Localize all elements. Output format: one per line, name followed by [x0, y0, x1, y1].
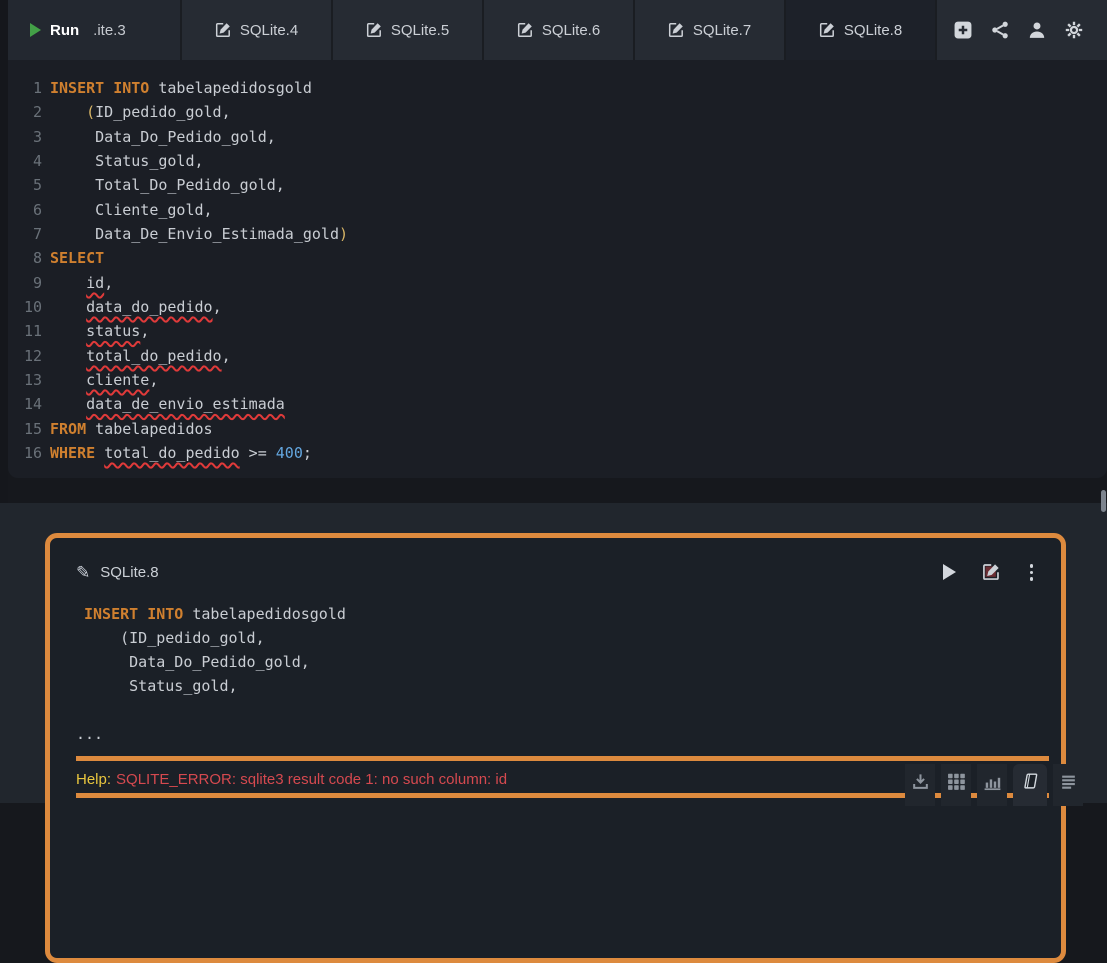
line-number: 12: [23, 346, 42, 365]
edit-icon[interactable]: [982, 563, 1000, 581]
left-edge-strip: [0, 0, 8, 503]
result-card-header: ✎ SQLite.8: [50, 538, 1061, 583]
result-card-actions: [942, 562, 1038, 583]
tab-sqlite-6[interactable]: SQLite.6: [482, 0, 633, 60]
tab-sqlite-5[interactable]: SQLite.5: [331, 0, 482, 60]
result-card: ✎ SQLite.8 INSERT INTO tabelapedidosgold…: [45, 533, 1066, 963]
pencil-square-icon: [819, 22, 835, 38]
code-line: 12 total_do_pedido,: [8, 344, 1107, 368]
line-number: 8: [32, 249, 42, 268]
code-ellipsis: ...: [76, 724, 104, 743]
line-number: 9: [32, 273, 42, 292]
tab-label: SQLite.4: [239, 21, 299, 39]
line-number: 6: [32, 200, 42, 219]
line-number: 7: [32, 225, 42, 244]
code-line: 3 Data_Do_Pedido_gold,: [8, 125, 1107, 149]
pencil-icon: ✎: [76, 562, 91, 582]
code-line: 6 Cliente_gold,: [8, 198, 1107, 222]
list-icon[interactable]: [1053, 764, 1083, 806]
run-button[interactable]: Run: [50, 22, 79, 39]
code-line: 11 status,: [8, 319, 1107, 343]
line-number: 2: [32, 103, 42, 122]
code-line: 9 id,: [8, 271, 1107, 295]
line-number: 10: [23, 298, 42, 317]
scrollbar-thumb[interactable]: [1101, 490, 1106, 512]
tab-sqlite-4[interactable]: SQLite.4: [180, 0, 331, 60]
book-icon[interactable]: [1013, 764, 1047, 806]
code-line: Status_gold,: [84, 677, 238, 696]
table-icon[interactable]: [941, 764, 971, 806]
user-icon[interactable]: [1028, 21, 1046, 39]
gear-icon[interactable]: [1065, 21, 1083, 39]
line-number: 3: [32, 127, 42, 146]
code-line: 8 SELECT: [8, 246, 1107, 270]
code-line: 2 (ID_pedido_gold,: [8, 100, 1107, 124]
code-line: 10 data_do_pedido,: [8, 295, 1107, 319]
tab-sqlite3[interactable]: Run .ite.3: [8, 0, 180, 60]
plus-square-icon[interactable]: [954, 21, 972, 39]
chart-icon[interactable]: [977, 764, 1007, 806]
code-line: 14 data_de_envio_estimada: [8, 392, 1107, 416]
line-number: 14: [23, 395, 42, 414]
code-line: (ID_pedido_gold,: [84, 628, 265, 647]
tab-label: SQLite.5: [390, 21, 450, 39]
result-card-code: INSERT INTO tabelapedidosgold (ID_pedido…: [76, 602, 1061, 699]
pencil-square-icon: [215, 22, 231, 38]
code-line: 15 FROM tabelapedidos: [8, 417, 1107, 441]
share-icon[interactable]: [991, 21, 1009, 39]
editor-lines: 1 INSERT INTO tabelapedidosgold 2 (ID_pedi…: [8, 76, 1107, 466]
code-line: 16 WHERE total_do_pedido >= 400;: [8, 441, 1107, 465]
tab-sqlite-8[interactable]: SQLite.8: [784, 0, 935, 60]
pencil-square-icon: [517, 22, 533, 38]
help-label: Help:: [76, 770, 112, 788]
tab-list: SQLite.4 SQLite.5 SQLite.6 SQLite.7 SQLite.8: [180, 0, 935, 60]
line-number: 15: [23, 419, 42, 438]
code-line: 7 Data_De_Envio_Estimada_gold): [8, 222, 1107, 246]
tab-sqlite3-label: .ite.3: [93, 21, 126, 39]
line-number: 4: [32, 152, 42, 171]
tab-label: SQLite.6: [541, 21, 601, 39]
error-message-block: Help: SQLITE_ERROR: sqlite3 result code 1…: [76, 755, 1049, 798]
app-window: { "topbar": { "run_label": "Run", "first…: [0, 0, 1107, 963]
sql-editor[interactable]: 1 INSERT INTO tabelapedidosgold 2 (ID_pedi…: [8, 60, 1107, 478]
tab-label: SQLite.8: [843, 21, 903, 39]
result-view-toolbar: [905, 764, 1083, 806]
code-line: 5 Total_Do_Pedido_gold,: [8, 173, 1107, 197]
error-message: SQLITE_ERROR: sqlite3 result code 1: no …: [116, 770, 508, 788]
pencil-square-icon: [366, 22, 382, 38]
line-number: 13: [23, 371, 42, 390]
code-line: INSERT INTO tabelapedidosgold: [84, 604, 346, 623]
download-icon[interactable]: [905, 764, 935, 806]
line-number: 11: [23, 322, 42, 341]
code-line: Data_Do_Pedido_gold,: [84, 653, 310, 672]
code-line: 13 cliente,: [8, 368, 1107, 392]
tab-bar: Run .ite.3 SQLite.4 SQLite.5 SQLite.6 SQLit…: [0, 0, 1107, 60]
tab-label: SQLite.7: [692, 21, 752, 39]
results-panel: ✎ SQLite.8 INSERT INTO tabelapedidosgold…: [0, 503, 1107, 963]
line-number: 1: [32, 79, 42, 97]
pencil-square-icon: [668, 22, 684, 38]
topbar-actions: [935, 0, 1107, 60]
tab-sqlite-7[interactable]: SQLite.7: [633, 0, 784, 60]
code-line: 4 Status_gold,: [8, 149, 1107, 173]
line-number: 16: [23, 444, 42, 463]
run-icon: [30, 23, 41, 37]
kebab-menu-icon[interactable]: [1026, 562, 1038, 583]
result-card-title: SQLite.8: [100, 563, 159, 581]
play-icon[interactable]: [942, 564, 956, 581]
line-number: 5: [32, 176, 42, 195]
code-line: 1 INSERT INTO tabelapedidosgold: [8, 76, 1107, 100]
